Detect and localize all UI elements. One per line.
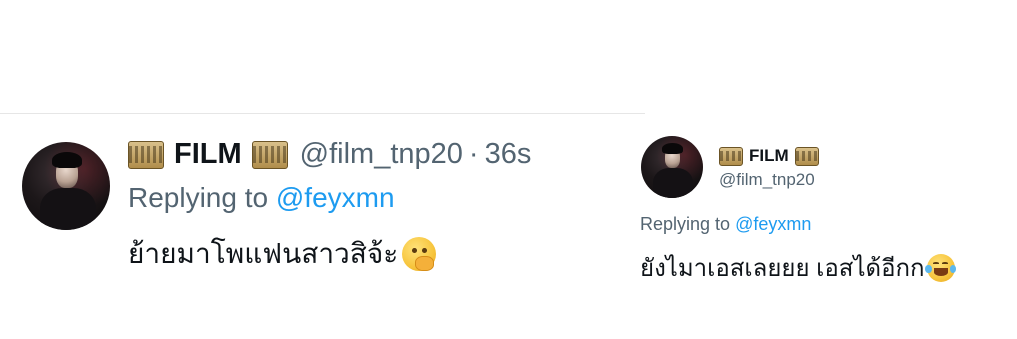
avatar[interactable] — [22, 142, 110, 230]
tweet-reply-left[interactable]: FILM @film_tnp20 · 36s Replying to @feyx… — [0, 114, 640, 314]
avatar[interactable] — [641, 136, 703, 198]
separator-dot: · — [468, 138, 479, 170]
replying-to-line: Replying to @feyxmn — [128, 182, 395, 214]
film-frames-icon — [251, 140, 288, 169]
user-handle[interactable]: @film_tnp20 — [300, 138, 463, 171]
display-name[interactable]: FILM — [174, 138, 242, 171]
face-with-hand-over-mouth-icon — [402, 237, 437, 272]
user-handle[interactable]: @film_tnp20 — [719, 170, 815, 190]
timestamp[interactable]: 36s — [485, 138, 532, 171]
face-with-tears-of-joy-icon — [924, 253, 957, 282]
replying-to-line: Replying to @feyxmn — [640, 214, 811, 235]
display-name[interactable]: FILM — [749, 146, 789, 166]
film-frames-icon — [719, 146, 743, 166]
tweet-text-content: ยังไมาเอสเลยยย เอสได้อีกก — [640, 255, 925, 282]
tweet-header: FILM @film_tnp20 · 36s — [128, 138, 531, 171]
replying-to-label: Replying to — [640, 214, 736, 234]
mention-link[interactable]: @feyxmn — [276, 182, 395, 213]
film-frames-icon — [794, 146, 819, 166]
tweet-header: FILM — [719, 146, 819, 166]
replying-to-label: Replying to — [128, 182, 276, 213]
tweet-text: ย้ายมาโพแฟนสาวสิจ้ะ — [128, 232, 437, 276]
tweet-text: ยังไมาเอสเลยยย เอสได้อีกก — [640, 248, 957, 287]
tweet-reply-right[interactable]: FILM @film_tnp20 Replying to @feyxmn ยัง… — [632, 130, 1017, 310]
tweet-text-content: ย้ายมาโพแฟนสาวสิจ้ะ — [128, 238, 399, 269]
mention-link[interactable]: @feyxmn — [735, 214, 811, 234]
film-frames-icon — [128, 140, 164, 169]
